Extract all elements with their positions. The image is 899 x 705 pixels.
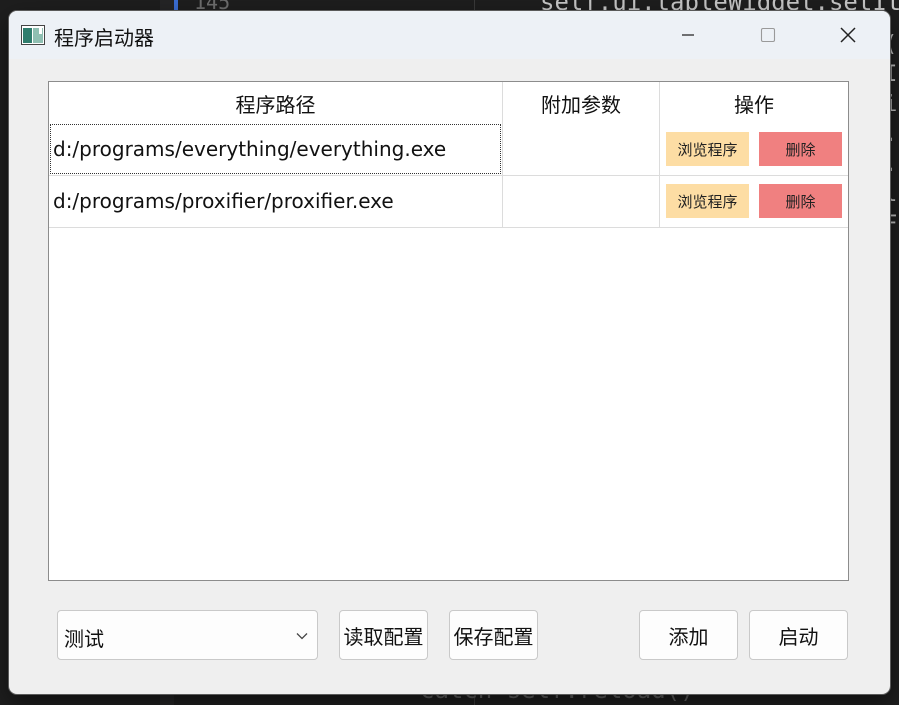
- minimize-icon: [682, 34, 694, 36]
- browse-program-button[interactable]: 浏览程序: [666, 132, 749, 166]
- close-icon: [840, 27, 856, 43]
- delete-button[interactable]: 删除: [759, 184, 842, 218]
- chevron-down-icon: [296, 633, 308, 640]
- browse-program-button[interactable]: 浏览程序: [666, 184, 749, 218]
- maximize-icon: [760, 27, 776, 43]
- close-button[interactable]: [825, 11, 871, 59]
- table-cell-args[interactable]: [503, 124, 659, 174]
- header-extra-args[interactable]: 附加参数: [503, 82, 659, 124]
- app-icon: [21, 25, 45, 45]
- title-bar[interactable]: 程序启动器: [9, 11, 890, 59]
- table-cell-args[interactable]: [503, 176, 659, 226]
- add-button[interactable]: 添加: [639, 610, 738, 660]
- column-divider: [659, 82, 660, 227]
- launcher-window: 程序启动器 程序路径 附加参数 操作 d:/programs/everythin…: [9, 11, 890, 694]
- window-title: 程序启动器: [54, 26, 154, 50]
- config-select[interactable]: 测试: [57, 610, 318, 660]
- launch-button[interactable]: 启动: [749, 610, 848, 660]
- table-cell-path[interactable]: d:/programs/proxifier/proxifier.exe: [53, 176, 394, 226]
- program-table[interactable]: 程序路径 附加参数 操作 d:/programs/everything/ever…: [48, 81, 849, 581]
- minimize-button[interactable]: [665, 11, 711, 59]
- header-actions[interactable]: 操作: [660, 82, 848, 124]
- table-cell-path[interactable]: d:/programs/everything/everything.exe: [53, 124, 446, 174]
- config-select-value: 测试: [64, 627, 104, 651]
- save-config-button[interactable]: 保存配置: [449, 610, 538, 660]
- header-program-path[interactable]: 程序路径: [49, 82, 502, 124]
- row-divider: [49, 227, 848, 228]
- load-config-button[interactable]: 读取配置: [339, 610, 428, 660]
- maximize-button[interactable]: [745, 11, 791, 59]
- delete-button[interactable]: 删除: [759, 132, 842, 166]
